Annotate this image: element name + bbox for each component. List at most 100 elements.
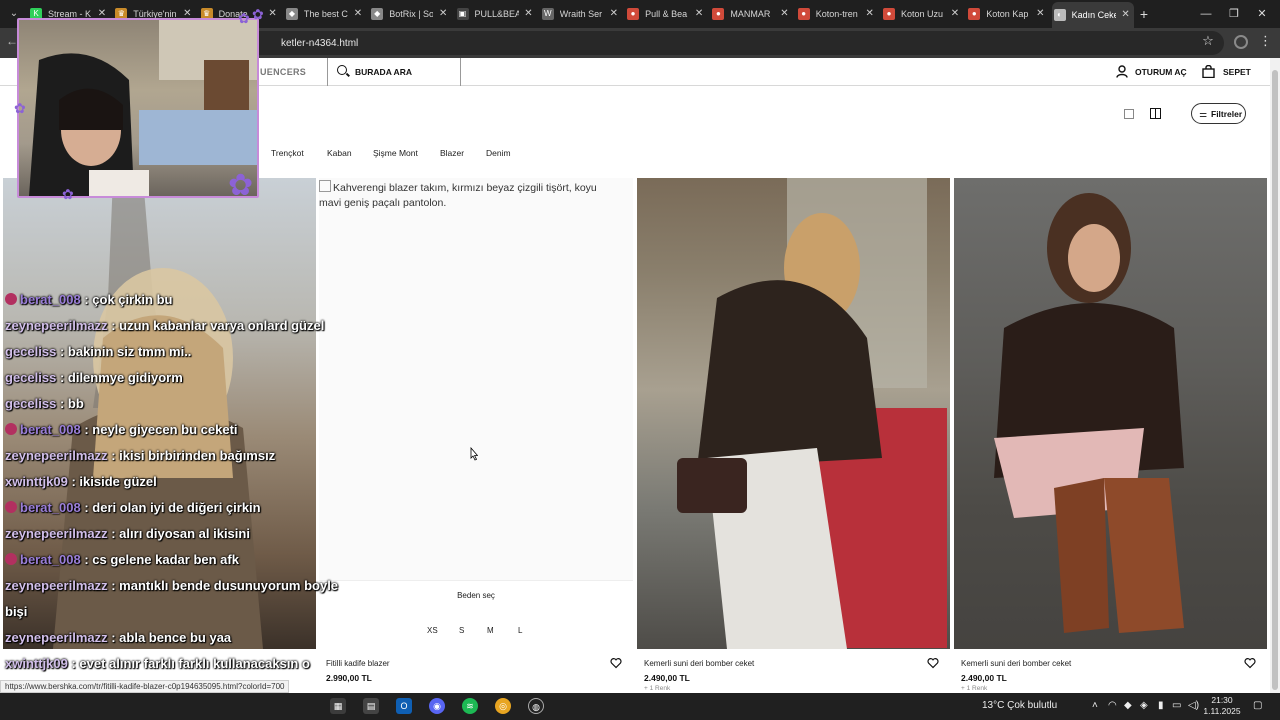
tray-network-icon[interactable]: ◈ [1140, 700, 1148, 711]
chip-puffer[interactable]: Şişme Mont [373, 148, 418, 160]
taskbar-discord-icon[interactable]: ◉ [429, 698, 445, 714]
clock-date: 1.11.2025 [1203, 706, 1241, 716]
profile-icon[interactable] [1234, 35, 1248, 49]
product-card-bomber-2[interactable]: Kemerli suni deri bomber ceket 2.490,00 … [954, 178, 1267, 692]
product-name[interactable]: Fitilli kadife blazer [326, 659, 390, 668]
chat-text: : mantıklı bende dusunuyorum boyle [111, 578, 339, 593]
tab-close-icon[interactable]: ✕ [523, 3, 535, 25]
tab-close-icon[interactable]: ✕ [267, 3, 279, 25]
chat-username: zeynepeerilmazz [5, 526, 108, 541]
tray-chevron-icon[interactable]: ˄ [1092, 700, 1098, 711]
tab-close-icon[interactable]: ✕ [608, 3, 620, 25]
chat-text: : ikiside güzel [71, 474, 157, 489]
browser-tab[interactable]: ● MANMAR ✕ [710, 3, 792, 25]
wishlist-heart-icon[interactable] [927, 657, 939, 669]
browser-tab[interactable]: W Wraith Ser ✕ [540, 3, 622, 25]
weather-widget[interactable]: 13°C Çok bulutlu [982, 700, 1057, 711]
product-photo [994, 193, 1184, 633]
scrollbar-thumb[interactable] [1272, 70, 1278, 690]
tab-label: Koton Kap [986, 9, 1029, 19]
product-name[interactable]: Kemerli suni deri bomber ceket [644, 659, 754, 668]
chip-coat[interactable]: Kaban [327, 148, 352, 160]
taskbar-outlook-icon[interactable]: O [396, 698, 412, 714]
bookmark-star-icon[interactable]: ☆ [1200, 33, 1216, 49]
product-image[interactable] [637, 178, 950, 649]
product-image-broken[interactable]: Kahverengi blazer takım, kırmızı beyaz ç… [319, 178, 633, 649]
chat-badge-icon [5, 423, 17, 435]
notifications-icon[interactable]: ▢ [1253, 700, 1262, 711]
product-card-bomber-1[interactable]: Kemerli suni deri bomber ceket 2.490,00 … [637, 178, 950, 692]
tab-close-icon[interactable]: ✕ [352, 3, 364, 25]
chip-denim[interactable]: Denim [486, 148, 511, 160]
tab-label: Koton-tren [815, 9, 858, 19]
browser-tab[interactable]: ◆ The best C ✕ [284, 3, 366, 25]
two-column-view-icon[interactable] [1150, 108, 1161, 119]
search-box[interactable]: BURADA ARA [327, 58, 461, 86]
size-m[interactable]: M [487, 626, 494, 635]
tab-close-icon[interactable]: ✕ [949, 3, 961, 25]
single-column-view-icon[interactable] [1124, 109, 1134, 119]
tab-close-icon[interactable]: ✕ [693, 3, 705, 25]
browser-tab[interactable]: ● Koton-tren ✕ [796, 3, 878, 25]
browser-tab[interactable]: ▣ PULL&BEA ✕ [455, 3, 537, 25]
size-selector: Beden seç XS S M L [319, 580, 633, 649]
close-window-icon[interactable]: ✕ [1252, 4, 1272, 24]
chat-username: geceliss [5, 344, 57, 359]
product-card-blazer[interactable]: Kahverengi blazer takım, kırmızı beyaz ç… [319, 178, 633, 692]
nav-link-influencers[interactable]: UENCERS [260, 67, 306, 77]
chat-message: berat_008 : cs gelene kadar ben afk [5, 552, 239, 567]
size-l[interactable]: L [518, 626, 522, 635]
tab-close-icon[interactable]: ✕ [864, 3, 876, 25]
chat-username: xwinttjk09 [5, 656, 68, 671]
chat-username: zeynepeerilmazz [5, 448, 108, 463]
tray-monitor-icon[interactable]: ▭ [1172, 700, 1181, 711]
minimize-icon[interactable]: — [1196, 4, 1216, 24]
browser-tab[interactable]: ● Koton Uzu ✕ [881, 3, 963, 25]
browser-tab[interactable]: ● Pull & Bea ✕ [625, 3, 707, 25]
browser-tab[interactable]: ◆ BotRix | So ✕ [369, 3, 451, 25]
product-colors: + 1 Renk [961, 685, 988, 692]
wishlist-heart-icon[interactable] [610, 657, 622, 669]
tab-close-icon[interactable]: ✕ [437, 3, 449, 25]
filters-button[interactable]: ⚌ Filtreler [1191, 103, 1246, 124]
taskbar-clock[interactable]: 21:30 1.11.2025 [1203, 695, 1241, 717]
tray-headset-icon[interactable]: ◠ [1108, 700, 1117, 711]
chat-message: berat_008 : çok çirkin bu [5, 292, 172, 307]
new-tab-plus-icon[interactable]: + [1136, 4, 1152, 24]
chat-text: : abla bence bu yaa [111, 630, 232, 645]
tray-app-icon[interactable]: ◆ [1124, 700, 1132, 711]
taskbar-spotify-icon[interactable]: ≋ [462, 698, 478, 714]
wishlist-heart-icon[interactable] [1244, 657, 1256, 669]
browser-tab[interactable]: ◐ Kadın Ceke ✕ [1051, 2, 1134, 28]
chip-blazer[interactable]: Blazer [440, 148, 464, 160]
product-name[interactable]: Kemerli suni deri bomber ceket [961, 659, 1071, 668]
chat-text: bişi [5, 604, 28, 619]
url-text: ketler-n4364.html [281, 38, 359, 49]
product-price: 2.990,00 TL [326, 673, 372, 683]
chat-text: : ikisi birbirinden bağımsız [111, 448, 276, 463]
tab-label: Wraith Ser [559, 9, 603, 19]
restore-icon[interactable]: ❐ [1224, 4, 1244, 24]
menu-kebab-icon[interactable]: ⋮ [1259, 33, 1272, 49]
tab-close-icon[interactable]: ✕ [778, 3, 790, 25]
page-scrollbar[interactable] [1270, 58, 1280, 693]
taskbar-obs-icon[interactable]: ◍ [528, 698, 544, 714]
chat-message: xwinttjk09 : ikiside güzel [5, 474, 157, 489]
taskbar-store-icon[interactable]: ▤ [363, 698, 379, 714]
chat-message: geceliss : bb [5, 396, 84, 411]
tab-close-icon[interactable]: ✕ [1034, 3, 1046, 25]
tab-close-icon[interactable]: ✕ [1120, 2, 1132, 28]
chat-message: berat_008 : neyle giyecen bu ceketi [5, 422, 238, 437]
taskbar-app-icon[interactable]: ▦ [330, 698, 346, 714]
size-s[interactable]: S [459, 626, 464, 635]
tray-volume-icon[interactable]: ◁) [1188, 700, 1199, 711]
chat-username: zeynepeerilmazz [5, 578, 108, 593]
filters-label: Filtreler [1211, 109, 1243, 119]
browser-tab[interactable]: ● Koton Kap ✕ [966, 3, 1048, 25]
tray-mic-icon[interactable]: ▮ [1158, 700, 1164, 711]
chat-badge-icon [5, 553, 17, 565]
size-xs[interactable]: XS [427, 626, 438, 635]
chip-trenchcoat[interactable]: Trençkot [271, 148, 304, 160]
taskbar-chrome-icon[interactable]: ◎ [495, 698, 511, 714]
product-image[interactable] [954, 178, 1267, 649]
